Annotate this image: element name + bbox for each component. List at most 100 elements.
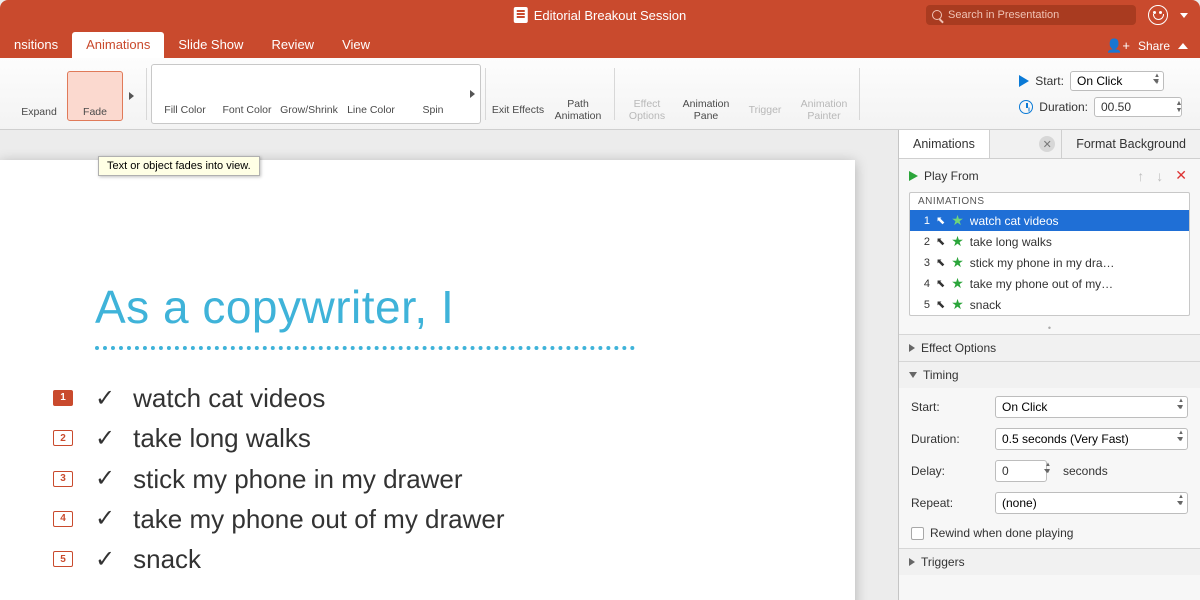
effect-font-color[interactable]: A Font Color [216, 69, 278, 119]
sequence-tag[interactable]: 3 [53, 471, 73, 487]
share-icon: 👤+ [1106, 38, 1130, 54]
tab-slideshow[interactable]: Slide Show [164, 32, 257, 58]
tab-view[interactable]: View [328, 32, 384, 58]
star-icon: ★ [951, 296, 964, 313]
animation-item[interactable]: 2⬉★take long walks [910, 231, 1189, 252]
effect-fade[interactable]: Fade [67, 71, 123, 121]
tab-review[interactable]: Review [257, 32, 328, 58]
duration-field[interactable]: 00.50 [1094, 97, 1182, 117]
timing-duration-select[interactable]: 0.5 seconds (Very Fast) [995, 428, 1188, 450]
chevron-right-icon [909, 558, 915, 566]
entrance-more-icon[interactable] [125, 71, 137, 121]
check-icon: ✓ [95, 460, 115, 497]
ribbon: Expand Fade Fill Color A Font Color Grow… [0, 58, 1200, 130]
effect-line-color[interactable]: Line Color [340, 69, 402, 119]
sequence-tag[interactable]: 1 [53, 390, 73, 406]
search-box[interactable] [926, 5, 1136, 25]
star-icon: ★ [951, 212, 964, 229]
duration-stepper[interactable]: ▲▼ [1174, 100, 1184, 114]
animation-item[interactable]: 3⬉★stick my phone in my dra… [910, 252, 1189, 273]
section-timing[interactable]: Timing [899, 362, 1200, 388]
entrance-group: Expand Fade [6, 66, 142, 122]
tooltip: Text or object fades into view. [98, 156, 260, 176]
ribbon-tab-row: nsitions Animations Slide Show Review Vi… [0, 30, 1200, 58]
search-icon [932, 10, 942, 20]
cursor-icon: ⬉ [936, 235, 945, 248]
search-input[interactable] [948, 9, 1130, 21]
cursor-icon: ⬉ [936, 298, 945, 311]
window-title: Editorial Breakout Session [514, 7, 686, 23]
share-button[interactable]: Share [1138, 39, 1170, 53]
separator [485, 68, 486, 120]
timing-repeat-select[interactable]: (none) [995, 492, 1188, 514]
pane-close-icon[interactable]: ✕ [1039, 136, 1055, 152]
section-effect-options[interactable]: Effect Options [899, 335, 1200, 361]
play-icon [1019, 75, 1029, 87]
path-animation-button[interactable]: Path Animation [546, 63, 610, 125]
rewind-checkbox-row[interactable]: Rewind when done playing [911, 524, 1188, 540]
delete-animation-icon[interactable]: ✕ [1172, 167, 1190, 184]
play-from-label[interactable]: Play From [924, 169, 979, 183]
move-up-icon: ↑ [1134, 168, 1147, 184]
timing-duration-label: Duration: [911, 432, 987, 446]
cursor-icon: ⬉ [936, 214, 945, 227]
effect-options-button: Effect Options [619, 63, 675, 125]
effect-fill-color[interactable]: Fill Color [154, 69, 216, 119]
section-triggers[interactable]: Triggers [899, 549, 1200, 575]
tab-animations[interactable]: Animations [72, 32, 164, 58]
timing-group: Start: On Click ▲▼ Duration: 00.50 ▲▼ [1019, 71, 1194, 117]
star-icon: ★ [951, 254, 964, 271]
clock-icon [1019, 100, 1033, 114]
animation-pane: Animations ✕ Format Background Play From… [898, 130, 1200, 600]
start-select[interactable]: On Click [1070, 71, 1164, 91]
pane-tab-format-background[interactable]: Format Background [1061, 130, 1200, 158]
pane-tabs: Animations ✕ Format Background [899, 130, 1200, 159]
sequence-tag[interactable]: 2 [53, 430, 73, 446]
check-icon: ✓ [95, 420, 115, 457]
separator [146, 68, 147, 120]
sequence-tag[interactable]: 5 [53, 551, 73, 567]
emphasis-more-icon[interactable] [466, 69, 478, 119]
play-from-icon[interactable] [909, 171, 918, 181]
feedback-smile-icon[interactable] [1148, 5, 1168, 25]
checkbox-icon[interactable] [911, 527, 924, 540]
dotted-rule [95, 346, 635, 350]
animation-item[interactable]: 1⬉★watch cat videos [910, 210, 1189, 231]
check-icon: ✓ [95, 380, 115, 417]
resize-handle[interactable]: • [899, 322, 1200, 334]
timing-repeat-label: Repeat: [911, 496, 987, 510]
timing-delay-field[interactable]: 0 [995, 460, 1047, 482]
pane-tab-animations[interactable]: Animations [899, 130, 990, 158]
collapse-ribbon-icon[interactable] [1178, 43, 1188, 49]
check-icon: ✓ [95, 541, 115, 578]
timing-start-select[interactable]: On Click [995, 396, 1188, 418]
star-icon: ★ [951, 275, 964, 292]
doc-title-text: Editorial Breakout Session [534, 8, 686, 23]
animation-list: ANIMATIONS 1⬉★watch cat videos 2⬉★take l… [909, 192, 1190, 316]
check-icon: ✓ [95, 500, 115, 537]
feedback-dropdown-icon[interactable] [1180, 13, 1188, 18]
start-label: Start: [1035, 74, 1064, 88]
timing-start-label: Start: [911, 400, 987, 414]
move-down-icon: ↓ [1153, 168, 1166, 184]
animation-pane-button[interactable]: Animation Pane [675, 63, 737, 125]
trigger-button: Trigger [737, 69, 793, 119]
animation-painter-button: Animation Painter [793, 63, 855, 125]
slide-bullets[interactable]: 1✓watch cat videos 2✓take long walks 3✓s… [95, 378, 800, 579]
exit-effects-button[interactable]: Exit Effects [490, 69, 546, 119]
sequence-tag[interactable]: 4 [53, 511, 73, 527]
duration-label: Duration: [1039, 100, 1088, 114]
effect-grow-shrink[interactable]: Grow/Shrink [278, 69, 340, 119]
tab-transitions[interactable]: nsitions [0, 32, 72, 58]
slide-canvas[interactable]: As a copywriter, I 1✓watch cat videos 2✓… [0, 130, 898, 600]
rewind-label: Rewind when done playing [930, 526, 1073, 540]
chevron-right-icon [909, 344, 915, 352]
timing-delay-unit: seconds [1063, 464, 1108, 478]
effect-expand[interactable]: Expand [11, 71, 67, 121]
slide-heading[interactable]: As a copywriter, I [95, 280, 800, 334]
work-area: As a copywriter, I 1✓watch cat videos 2✓… [0, 130, 1200, 600]
animation-item[interactable]: 5⬉★snack [910, 294, 1189, 315]
play-from-row: Play From ↑ ↓ ✕ [899, 159, 1200, 192]
effect-spin[interactable]: Spin [402, 69, 464, 119]
animation-item[interactable]: 4⬉★take my phone out of my… [910, 273, 1189, 294]
